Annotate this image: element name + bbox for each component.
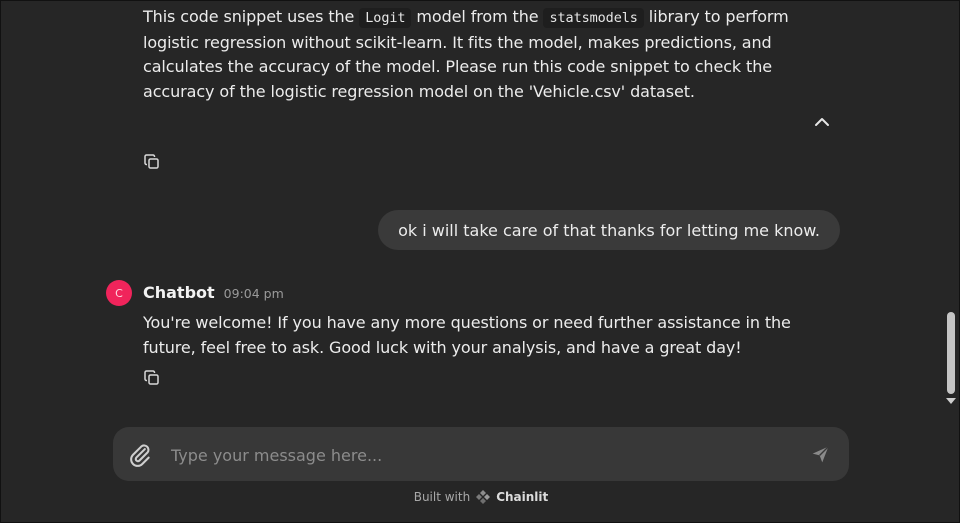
- chainlit-link[interactable]: Chainlit: [496, 490, 548, 504]
- chat-window: This code snippet uses the Logit model f…: [0, 0, 960, 523]
- send-icon: [812, 446, 829, 463]
- footer: Built with Chainlit: [1, 489, 959, 505]
- chevron-up-icon: [815, 118, 829, 126]
- inline-code-statsmodels: statsmodels: [543, 8, 644, 28]
- scrollbar[interactable]: [943, 1, 959, 411]
- user-message-text: ok i will take care of that thanks for l…: [398, 220, 820, 240]
- avatar: C: [106, 280, 132, 306]
- scroll-down-arrow-icon[interactable]: [946, 398, 956, 404]
- author-name: Chatbot: [143, 283, 215, 302]
- send-button[interactable]: [810, 444, 831, 465]
- attach-button[interactable]: [127, 442, 153, 468]
- message-author: Chatbot 09:04 pm: [143, 283, 284, 302]
- user-message-bubble: ok i will take care of that thanks for l…: [378, 210, 840, 250]
- scrollbar-thumb[interactable]: [947, 312, 955, 394]
- copy-message-button[interactable]: [143, 153, 161, 171]
- inline-code-logit: Logit: [359, 8, 412, 28]
- copy-message-button[interactable]: [143, 369, 161, 387]
- message-composer: [113, 427, 849, 481]
- copy-icon: [144, 154, 159, 169]
- avatar-letter: C: [115, 286, 123, 300]
- chainlit-logo-icon: [476, 490, 491, 504]
- copy-icon: [144, 370, 159, 385]
- assistant-message-text: This code snippet uses the Logit model f…: [143, 5, 843, 104]
- message-text-segment: This code snippet uses the: [143, 7, 360, 26]
- paperclip-icon: [130, 444, 150, 467]
- collapse-button[interactable]: [811, 112, 833, 132]
- footer-built-with: Built with: [413, 490, 471, 504]
- message-timestamp: 09:04 pm: [223, 286, 284, 301]
- message-text-segment: model from the: [411, 7, 544, 26]
- assistant-message-text: You're welcome! If you have any more que…: [143, 313, 791, 357]
- message-input[interactable]: [169, 441, 793, 469]
